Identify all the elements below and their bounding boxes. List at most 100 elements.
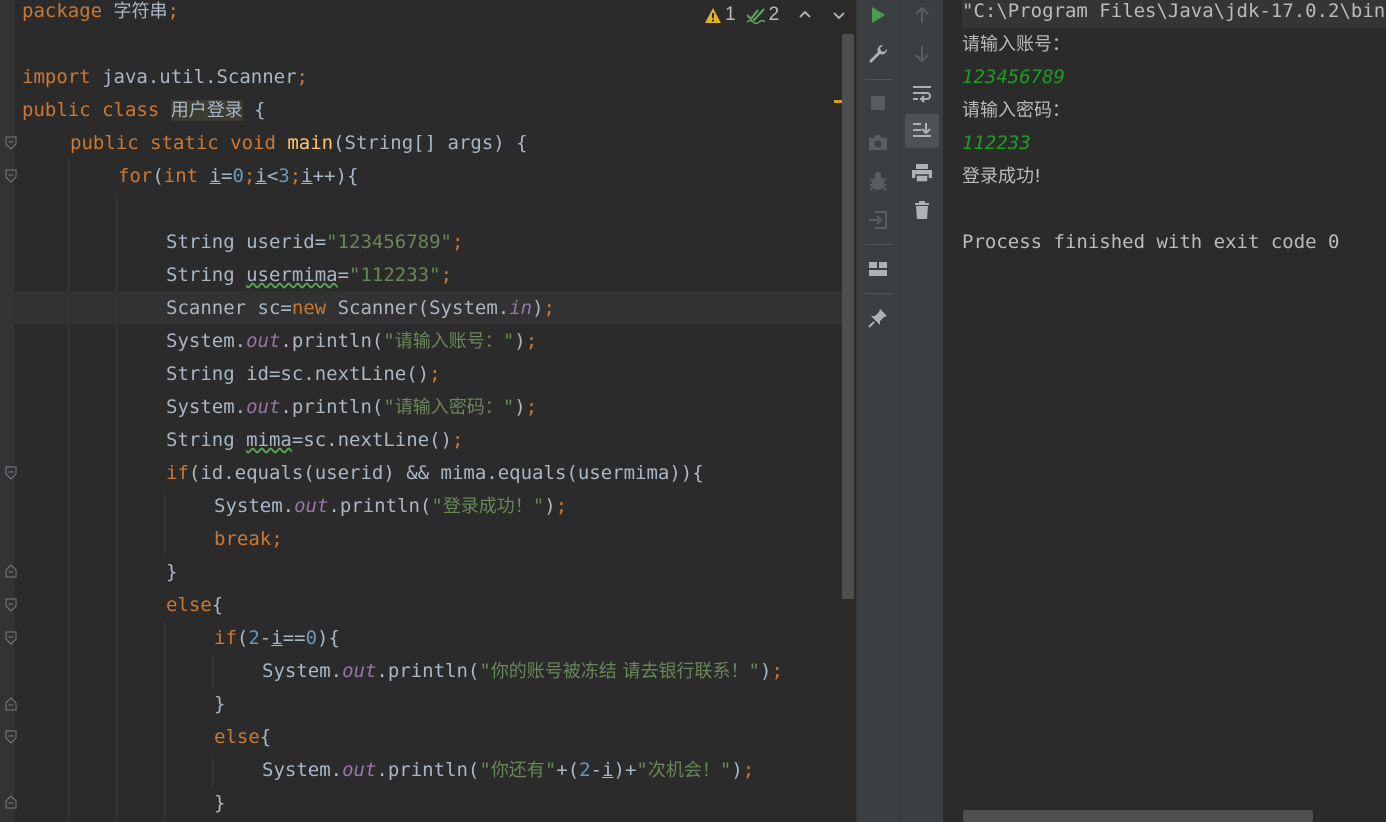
code-line[interactable]: package 字符串; [22,0,179,28]
code-token: " [431,495,443,517]
exit-button[interactable] [861,203,895,237]
code-token: "112233" [349,264,441,286]
console-horizontal-scrollbar[interactable] [963,810,1313,822]
chevron-up-icon [799,10,811,18]
pin-tab-button[interactable] [861,301,895,335]
fold-collapse-icon[interactable] [5,730,17,744]
rerun-button[interactable] [861,0,895,32]
code-token: else [166,594,212,616]
next-occurrence-button[interactable] [905,37,939,71]
code-line[interactable]: } [166,556,177,589]
scroll-to-end-button[interactable] [905,114,939,148]
previous-highlight-button[interactable] [797,7,813,23]
indent-guide [164,622,165,822]
fold-end-icon[interactable] [5,564,17,578]
code-editor[interactable]: package 字符串; import java.util.Scanner; pub… [0,0,856,822]
warning-icon [705,7,721,23]
code-token: if [214,627,237,649]
code-line[interactable]: System.out.println("请输入账号："); [166,325,537,358]
code-token: ; [452,429,464,451]
code-line[interactable]: if(id.equals(userid) && mima.equals(user… [166,457,704,490]
editor-vertical-scrollbar[interactable] [842,34,854,599]
code-token: main [287,132,334,154]
code-token: ; [289,165,302,187]
print-button[interactable] [905,156,939,190]
code-token: .println( [376,660,480,682]
code-token: out [246,396,281,418]
warnings-counter[interactable]: 1 [704,4,736,26]
indent-guide [164,490,165,556]
code-token: ) [544,495,556,517]
code-token: i [255,165,267,187]
previous-occurrence-button[interactable] [905,0,939,32]
code-token: 0 [232,165,244,187]
console-line: 112233 [962,132,1031,154]
arrow-up-icon [915,6,929,23]
console-line: "C:\Program Files\Java\jdk-17.0.2\bin\ja… [962,0,1386,28]
pin-icon [868,309,887,328]
warnings-count: 1 [725,4,736,25]
run-console[interactable]: "C:\Program Files\Java\jdk-17.0.2\bin\ja… [943,0,1386,822]
stop-button[interactable] [861,86,895,120]
fold-collapse-icon[interactable] [5,598,17,612]
code-line[interactable]: Scanner sc=new Scanner(System.in); [166,292,555,325]
fold-collapse-icon[interactable] [5,136,17,150]
code-token: else [214,726,260,748]
edit-configuration-button[interactable] [861,37,895,71]
camera-icon [869,135,887,150]
code-token: "123456789" [326,231,452,253]
restore-layout-button[interactable] [861,252,895,286]
code-token: = [221,165,233,187]
clear-all-button[interactable] [905,193,939,227]
fold-end-icon[interactable] [5,795,17,809]
code-token: out [342,660,377,682]
code-line[interactable]: String mima=sc.nextLine(); [166,424,463,457]
fold-collapse-icon[interactable] [5,169,17,183]
debug-button[interactable] [861,164,895,198]
code-line[interactable]: String usermima="112233"; [166,259,452,292]
code-token: 请输入密码： [394,397,503,418]
code-line[interactable]: else{ [166,589,223,622]
trash-icon [915,201,929,219]
code-line[interactable]: System.out.println("你的账号被冻结 请去银行联系！"); [262,655,783,688]
code-token: ; [525,330,538,352]
next-highlight-button[interactable] [831,7,847,23]
code-line[interactable]: public static void main(String[] args) { [70,127,528,160]
code-token: System. [262,660,343,682]
console-line: 123456789 [962,66,1065,88]
code-token: String [166,429,247,451]
code-token: { [259,726,272,748]
code-token: .println( [376,759,480,781]
code-line[interactable]: System.out.println("登录成功！"); [214,490,567,523]
play-icon [872,7,885,23]
code-token: int [163,165,210,187]
thread-dump-button[interactable] [861,125,895,159]
code-line[interactable]: break; [214,523,283,556]
soft-wrap-button[interactable] [905,76,939,110]
code-line[interactable]: System.out.println("请输入密码："); [166,391,537,424]
inspection-widget[interactable]: 1 2 [704,2,847,28]
code-line[interactable]: else{ [214,721,271,754]
fold-collapse-icon[interactable] [5,631,17,645]
code-token: 登录成功！ [442,496,533,517]
fold-end-icon[interactable] [5,697,17,711]
code-line[interactable]: } [214,688,225,721]
code-token: " [748,660,760,682]
code-line[interactable]: String id=sc.nextLine(); [166,358,441,391]
code-token: )+ [613,759,637,781]
code-line[interactable]: if(2-i==0){ [214,622,340,655]
code-line[interactable]: } [214,787,225,820]
code-line[interactable]: for(int i=0;i<3;i++){ [118,160,358,193]
code-line[interactable]: System.out.println("你还有"+(2-i)+"次机会！"); [262,754,754,787]
code-token: .println( [280,396,384,418]
code-token: 请输入账号： [394,331,503,352]
code-line[interactable]: String userid="123456789"; [166,226,463,259]
code-token: ) [731,759,743,781]
chevron-down-icon [833,12,845,20]
code-token: 0 [305,627,318,649]
code-line[interactable]: import java.util.Scanner; [22,61,308,94]
weak-warnings-counter[interactable]: 2 [745,4,779,26]
fold-collapse-icon[interactable] [5,466,17,480]
soft-wrap-icon [913,86,931,103]
code-line[interactable]: public class 用户登录 { [22,94,266,127]
